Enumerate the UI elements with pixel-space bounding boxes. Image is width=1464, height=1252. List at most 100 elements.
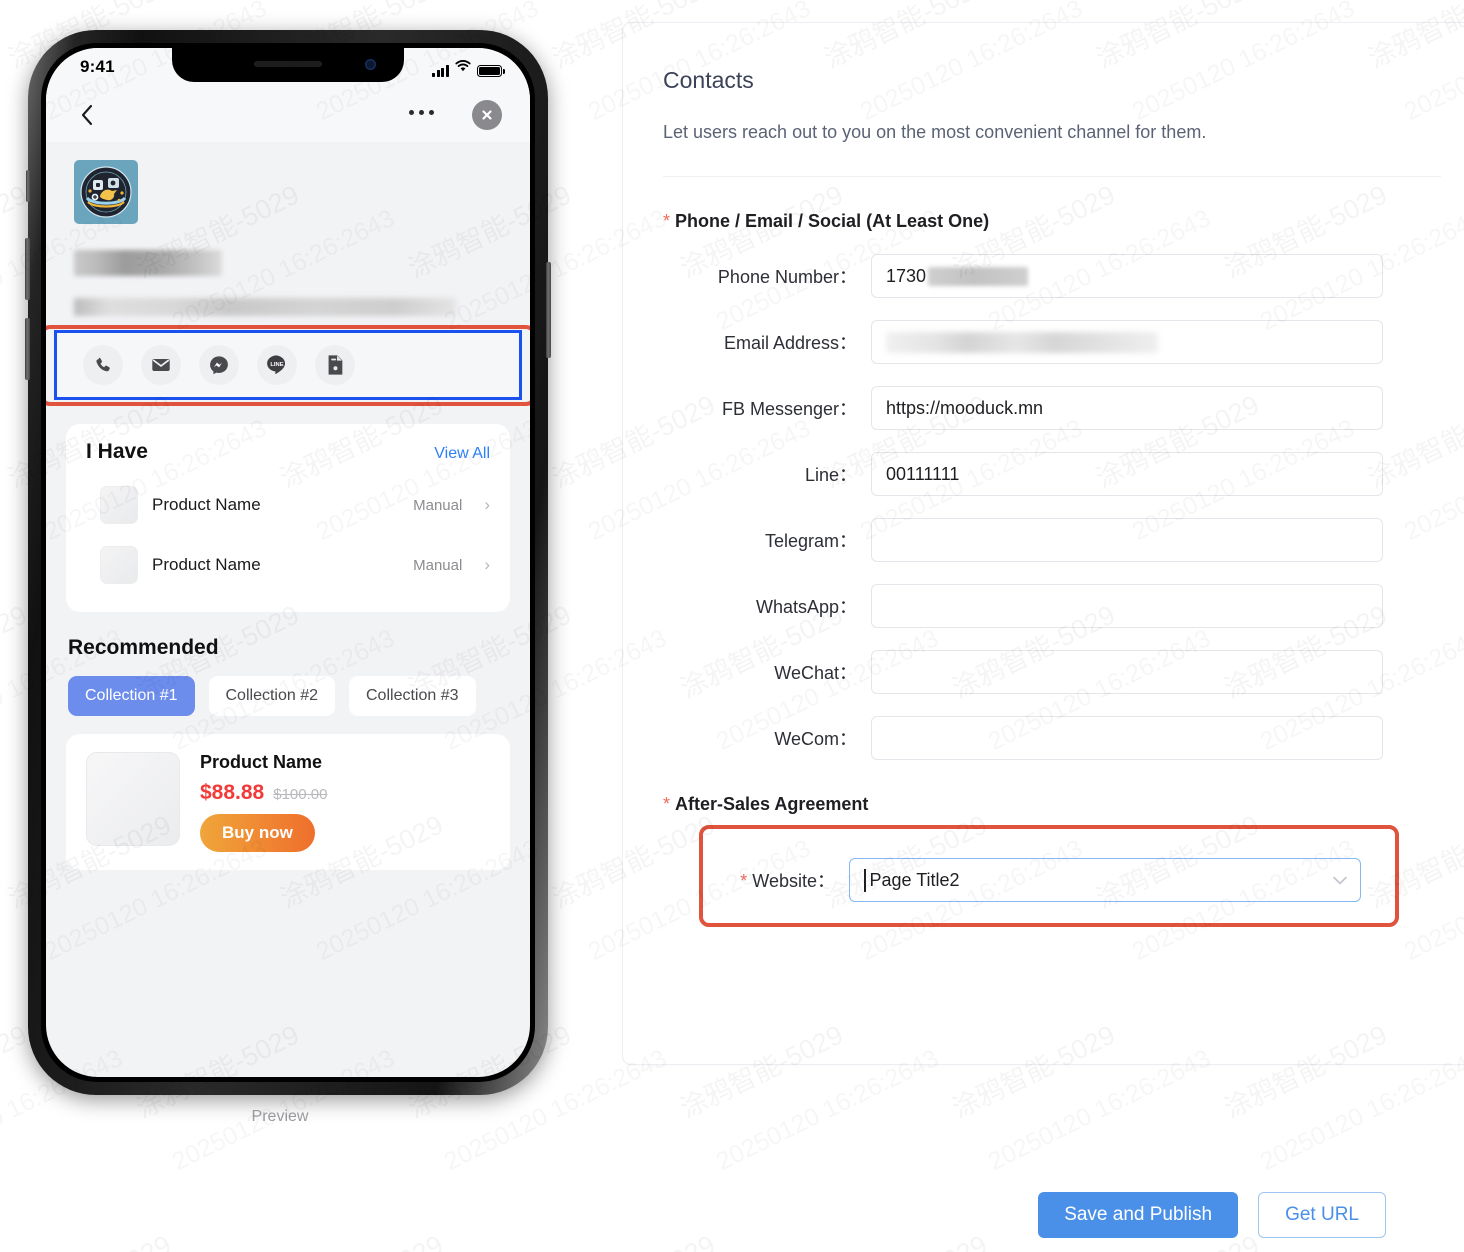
list-item[interactable]: Product Name Manual ›: [86, 534, 490, 594]
collection-tabs: Collection #1 Collection #2 Collection #…: [68, 676, 530, 716]
status-indicators: [432, 59, 505, 77]
phone-number-redacted-tail: [928, 266, 1029, 286]
line-icon[interactable]: LINE: [257, 345, 297, 385]
text-cursor: [864, 868, 866, 892]
i-have-header: I Have View All: [86, 440, 490, 464]
profile-block: [46, 142, 530, 316]
save-and-publish-button[interactable]: Save and Publish: [1038, 1192, 1239, 1238]
product-name: Product Name: [152, 495, 261, 514]
contact-channels-row: LINE: [54, 330, 522, 400]
line-glyph-label: LINE: [270, 362, 283, 368]
view-all-link[interactable]: View All: [434, 445, 490, 463]
footer-actions: Save and Publish Get URL: [1038, 1192, 1386, 1238]
line-input[interactable]: 00111111: [871, 452, 1383, 496]
tab-collection-2[interactable]: Collection #2: [208, 676, 335, 716]
field-row-line: Line： 00111111: [623, 452, 1464, 496]
field-row-email-address: Email Address：: [623, 320, 1464, 364]
field-label-phone-number: Phone Number：: [717, 267, 857, 287]
field-label-telegram: Telegram：: [764, 531, 857, 551]
messenger-icon[interactable]: [199, 345, 239, 385]
field-row-wecom: WeCom：: [623, 716, 1464, 760]
close-circle-icon[interactable]: [472, 100, 502, 130]
promo-product-name: Product Name: [200, 752, 323, 772]
speaker-grille-icon: [254, 61, 322, 67]
email-address-input[interactable]: [871, 320, 1383, 364]
phone-silent-switch: [26, 170, 30, 202]
field-label-wechat: WeChat：: [774, 663, 857, 683]
required-asterisk: *: [740, 871, 748, 891]
field-row-whatsapp: WhatsApp：: [623, 584, 1464, 628]
field-label-fb-messenger: FB Messenger：: [721, 399, 857, 419]
page-subtitle: Let users reach out to you on the most c…: [663, 122, 1207, 142]
app-nav-bar: [46, 90, 530, 142]
field-row-wechat: WeChat：: [623, 650, 1464, 694]
fb-messenger-input[interactable]: https://mooduck.mn: [871, 386, 1383, 430]
contact-channels-section: LINE: [46, 325, 530, 406]
promo-original-price: $100.00: [273, 786, 328, 803]
promo-sale-price: $88.88: [200, 781, 265, 804]
promo-product-card[interactable]: Product Name $88.88 $100.00 Buy now: [66, 734, 510, 870]
product-meta: Manual: [413, 556, 463, 574]
preview-pane: 9:41 LINE I Have View All Product Name M…: [0, 0, 600, 1252]
preview-label: Preview: [251, 1108, 309, 1125]
required-asterisk: *: [663, 794, 671, 814]
ellipsis-icon[interactable]: [409, 110, 434, 115]
wecom-input[interactable]: [871, 716, 1383, 760]
field-label-whatsapp: WhatsApp：: [755, 597, 857, 617]
chevron-left-icon[interactable]: [74, 100, 100, 130]
field-label-website: * Website：: [725, 867, 849, 893]
phone-number-input[interactable]: 1730: [871, 254, 1383, 298]
required-asterisk: *: [663, 211, 671, 231]
telegram-input[interactable]: [871, 518, 1383, 562]
phone-volume-down-button: [25, 318, 30, 380]
tab-collection-1[interactable]: Collection #1: [68, 676, 195, 716]
product-meta: Manual: [413, 496, 463, 514]
phone-bezel: 9:41 LINE I Have View All Product Name M…: [41, 43, 535, 1082]
after-sales-agreement-text: After-Sales Agreement: [675, 794, 869, 814]
phone-notch: [172, 48, 404, 82]
brand-avatar-duck-icon: [74, 160, 138, 224]
phone-volume-up-button: [25, 238, 30, 300]
i-have-title: I Have: [86, 440, 148, 463]
list-item[interactable]: Product Name Manual ›: [86, 474, 490, 534]
product-name: Product Name: [152, 555, 261, 574]
required-group-label: * Phone / Email / Social (At Least One): [663, 211, 1464, 232]
envelope-icon[interactable]: [141, 345, 181, 385]
get-url-button[interactable]: Get URL: [1258, 1192, 1386, 1238]
whatsapp-input[interactable]: [871, 584, 1383, 628]
promo-price-group: $88.88 $100.00: [200, 781, 327, 805]
signal-bars-icon: [432, 65, 449, 77]
field-row-phone-number: Phone Number： 1730: [623, 254, 1464, 298]
chevron-down-icon[interactable]: [1333, 870, 1347, 891]
phone-power-button: [546, 262, 551, 358]
tab-collection-3[interactable]: Collection #3: [349, 676, 476, 716]
battery-icon: [477, 64, 505, 77]
document-icon[interactable]: [315, 345, 355, 385]
website-label-text: Website：: [752, 871, 835, 891]
promo-product-info: Product Name $88.88 $100.00 Buy now: [200, 752, 327, 852]
website-select[interactable]: Page Title2: [849, 858, 1361, 902]
phone-mockup-frame: 9:41 LINE I Have View All Product Name M…: [25, 30, 551, 1095]
required-group-text: Phone / Email / Social (At Least One): [675, 211, 990, 231]
phone-icon[interactable]: [83, 345, 123, 385]
website-selected-value: Page Title2: [869, 869, 960, 890]
highlight-outline-website-field: * Website： Page Title2: [699, 825, 1399, 927]
recommended-title: Recommended: [68, 636, 219, 659]
contacts-form-card: Contacts Let users reach out to you on t…: [622, 22, 1464, 1065]
profile-name-redacted: [74, 250, 222, 276]
product-thumbnail: [100, 546, 138, 584]
wechat-input[interactable]: [871, 650, 1383, 694]
section-divider: [663, 176, 1441, 177]
chevron-right-icon: ›: [484, 495, 490, 514]
field-row-fb-messenger: FB Messenger： https://mooduck.mn: [623, 386, 1464, 430]
field-label-line: Line：: [804, 465, 857, 485]
i-have-card: I Have View All Product Name Manual › Pr…: [66, 424, 510, 612]
watermark-brand: 涂鸦智能-5029: [816, 1223, 992, 1252]
phone-number-value: 1730: [886, 265, 927, 286]
buy-now-button[interactable]: Buy now: [200, 814, 315, 852]
chevron-right-icon: ›: [484, 555, 490, 574]
field-label-email-address: Email Address：: [723, 333, 857, 353]
promo-product-thumbnail: [86, 752, 180, 846]
status-time: 9:41: [80, 57, 115, 76]
field-row-website: * Website： Page Title2: [725, 858, 1361, 902]
